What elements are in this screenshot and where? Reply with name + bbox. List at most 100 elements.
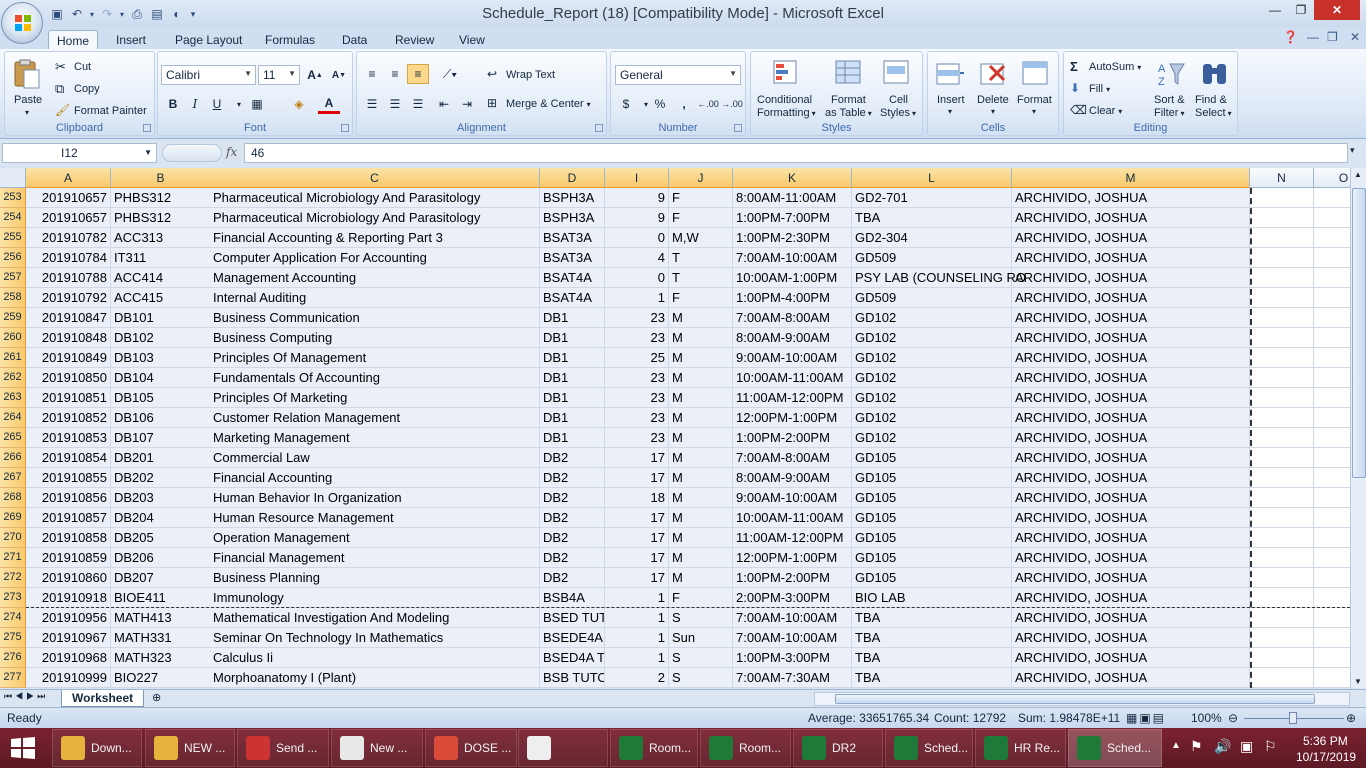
cell-d[interactable]: BSAT3A <box>540 248 605 268</box>
cell-d[interactable]: DB2 <box>540 488 605 508</box>
align-middle-icon[interactable]: ≡ <box>384 64 406 84</box>
cell-c[interactable]: Human Behavior In Organization <box>210 488 540 508</box>
cell-d[interactable]: DB2 <box>540 568 605 588</box>
cell-k[interactable]: 1:00PM-4:00PM <box>733 288 852 308</box>
cell-k[interactable]: 7:00AM-7:30AM <box>733 668 852 688</box>
office-button[interactable] <box>1 2 43 44</box>
cell-i[interactable]: 17 <box>605 508 669 528</box>
cell-i[interactable]: 9 <box>605 188 669 208</box>
cell-c[interactable]: Internal Auditing <box>210 288 540 308</box>
autosum-button[interactable]: Σ AutoSum ▾ <box>1070 59 1141 75</box>
cell-d[interactable]: BSAT3A <box>540 228 605 248</box>
tab-view[interactable]: View <box>451 30 493 49</box>
sort-filter-sub[interactable]: Filter ▾ <box>1154 107 1184 119</box>
align-bottom-icon[interactable]: ≡ <box>407 64 429 84</box>
cell-i[interactable]: 18 <box>605 488 669 508</box>
tab-insert[interactable]: Insert <box>108 30 154 49</box>
cell-b[interactable]: BIO227 <box>111 668 211 688</box>
flag-icon[interactable]: ⚐ <box>1264 738 1277 755</box>
cell-n[interactable] <box>1250 208 1314 228</box>
cell-b[interactable]: DB207 <box>111 568 211 588</box>
taskbar-item[interactable]: Sched... <box>885 729 973 767</box>
cell-n[interactable] <box>1250 248 1314 268</box>
zoom-level[interactable]: 100% <box>1191 711 1222 725</box>
cell-d[interactable]: BSED4A TU <box>540 648 605 668</box>
help-icon[interactable]: ❓ <box>1283 30 1298 44</box>
cell-k[interactable]: 7:00AM-8:00AM <box>733 448 852 468</box>
cell-n[interactable] <box>1250 348 1314 368</box>
cell-m[interactable]: ARCHIVIDO, JOSHUA <box>1012 588 1250 608</box>
cell-c[interactable]: Calculus Ii <box>210 648 540 668</box>
cell-l[interactable]: GD102 <box>852 388 1012 408</box>
cell-m[interactable]: ARCHIVIDO, JOSHUA <box>1012 488 1250 508</box>
italic-button[interactable]: I <box>184 94 206 114</box>
cell-k[interactable]: 7:00AM-10:00AM <box>733 628 852 648</box>
close-button[interactable]: ✕ <box>1314 0 1360 20</box>
cell-n[interactable] <box>1250 408 1314 428</box>
cell-o[interactable] <box>1314 308 1350 328</box>
cell-i[interactable]: 23 <box>605 388 669 408</box>
cell-m[interactable]: ARCHIVIDO, JOSHUA <box>1012 528 1250 548</box>
cell-n[interactable] <box>1250 468 1314 488</box>
cell-m[interactable]: ARCHIVIDO, JOSHUA <box>1012 568 1250 588</box>
row-header[interactable]: 265 <box>0 428 26 448</box>
formula-input[interactable]: 46 <box>244 143 1348 163</box>
column-header-a[interactable]: A <box>26 168 111 188</box>
cell-l[interactable]: TBA <box>852 668 1012 688</box>
cell-a[interactable]: 201910792 <box>26 288 111 308</box>
cell-n[interactable] <box>1250 428 1314 448</box>
cell-j[interactable]: M <box>669 568 733 588</box>
cell-n[interactable] <box>1250 228 1314 248</box>
row-header[interactable]: 270 <box>0 528 26 548</box>
cell-d[interactable]: BSB TUTOI <box>540 668 605 688</box>
cell-i[interactable]: 23 <box>605 428 669 448</box>
display-icon[interactable]: ▣ <box>1240 738 1253 755</box>
cell-j[interactable]: M <box>669 448 733 468</box>
cell-b[interactable]: BIOE411 <box>111 588 211 608</box>
cell-a[interactable]: 201910956 <box>26 608 111 628</box>
cell-d[interactable]: DB2 <box>540 448 605 468</box>
cell-c[interactable]: Business Computing <box>210 328 540 348</box>
cell-n[interactable] <box>1250 608 1314 628</box>
cell-b[interactable]: ACC415 <box>111 288 211 308</box>
cell-n[interactable] <box>1250 388 1314 408</box>
cell-a[interactable]: 201910852 <box>26 408 111 428</box>
cell-m[interactable]: ARCHIVIDO, JOSHUA <box>1012 648 1250 668</box>
cell-m[interactable]: ARCHIVIDO, JOSHUA <box>1012 408 1250 428</box>
horizontal-scroll-thumb[interactable] <box>835 694 1315 704</box>
cell-a[interactable]: 201910851 <box>26 388 111 408</box>
insert-button[interactable]: Insert <box>937 94 965 106</box>
cell-b[interactable]: DB107 <box>111 428 211 448</box>
network-icon[interactable]: ⚑ <box>1190 738 1203 755</box>
cell-k[interactable]: 12:00PM-1:00PM <box>733 408 852 428</box>
cell-a[interactable]: 201910657 <box>26 188 111 208</box>
cell-k[interactable]: 1:00PM-7:00PM <box>733 208 852 228</box>
font-size-combo[interactable]: 11 ▼ <box>258 65 300 85</box>
cell-b[interactable]: DB206 <box>111 548 211 568</box>
cell-c[interactable]: Financial Accounting & Reporting Part 3 <box>210 228 540 248</box>
cell-c[interactable]: Financial Management <box>210 548 540 568</box>
chevron-down-icon[interactable]: ▾ <box>1032 107 1036 116</box>
number-format-combo[interactable]: General ▼ <box>615 65 741 85</box>
cell-k[interactable]: 7:00AM-10:00AM <box>733 608 852 628</box>
insert-sheet-icon[interactable]: ⊕ <box>152 691 161 704</box>
cut-button[interactable]: ✂ Cut <box>55 59 91 75</box>
row-header[interactable]: 262 <box>0 368 26 388</box>
comma-button[interactable]: , <box>673 94 695 114</box>
cell-d[interactable]: DB1 <box>540 368 605 388</box>
format-button[interactable]: Format <box>1017 94 1052 106</box>
increase-indent-icon[interactable]: ⇥ <box>456 94 478 114</box>
find-select-sub[interactable]: Select ▾ <box>1195 107 1232 119</box>
scroll-up-icon[interactable]: ▲ <box>1354 170 1362 179</box>
cell-o[interactable] <box>1314 448 1350 468</box>
cell-k[interactable]: 12:00PM-1:00PM <box>733 548 852 568</box>
zoom-in-icon[interactable]: ⊕ <box>1346 711 1356 725</box>
cell-j[interactable]: M <box>669 508 733 528</box>
cell-k[interactable]: 1:00PM-2:00PM <box>733 428 852 448</box>
cell-j[interactable]: M <box>669 408 733 428</box>
taskbar-item[interactable]: Down... <box>52 729 142 767</box>
taskbar-item[interactable]: DR2 <box>793 729 883 767</box>
sheet-nav-icons[interactable]: ⏮◀▶⏭ <box>4 691 48 702</box>
cell-j[interactable]: F <box>669 288 733 308</box>
tab-home[interactable]: Home <box>48 30 99 49</box>
